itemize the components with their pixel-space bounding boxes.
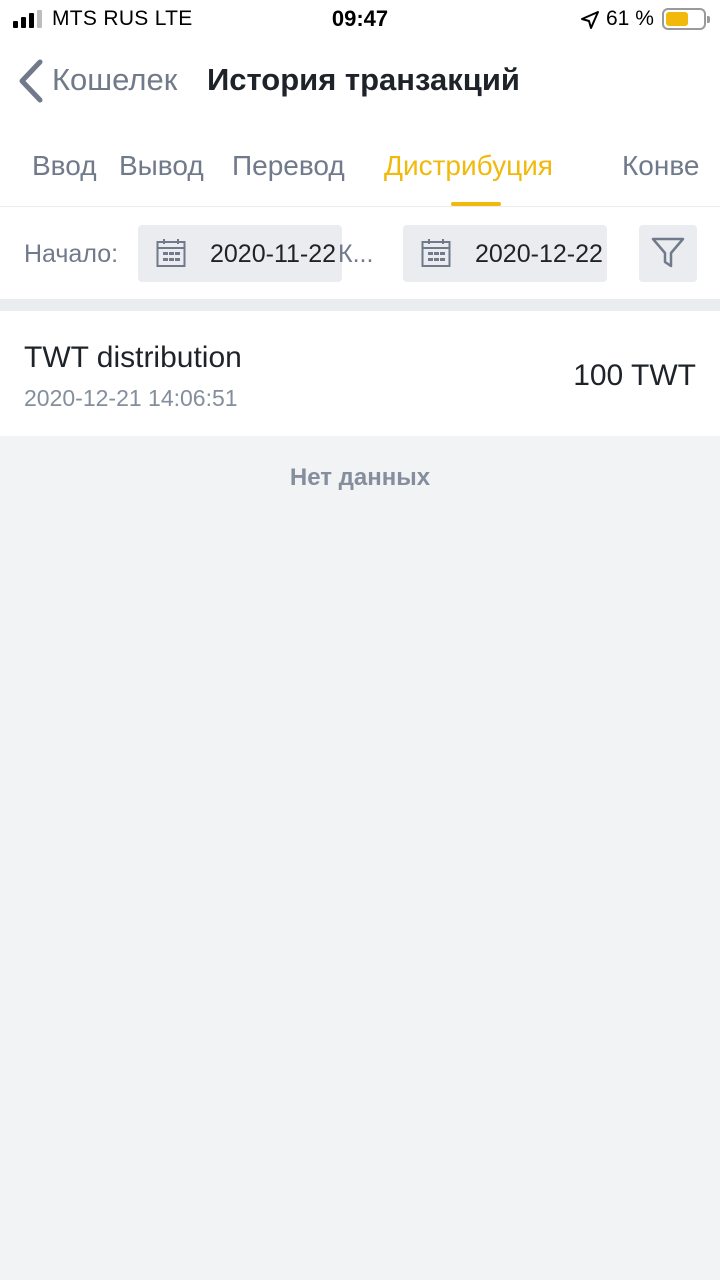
filter-funnel-icon: [651, 237, 685, 268]
screen: MTS RUS LTE 09:47 61 % Кошелек История т…: [0, 0, 720, 1280]
tab-transfer[interactable]: Перевод: [232, 150, 345, 182]
end-date-value: 2020-12-22: [475, 240, 603, 268]
back-chevron-icon[interactable]: [14, 58, 46, 104]
battery-icon: [662, 8, 710, 30]
battery-fill: [666, 12, 688, 26]
transaction-amount: 100 TWT: [573, 359, 696, 392]
back-button[interactable]: Кошелек: [52, 62, 177, 98]
page-title: История транзакций: [207, 62, 520, 97]
battery-percent: 61 %: [606, 7, 654, 30]
end-label: К...: [338, 240, 374, 268]
tab-withdraw[interactable]: Вывод: [119, 150, 204, 182]
tab-bar: Ввод Вывод Перевод Дистрибуция Конве: [0, 136, 720, 206]
transaction-row[interactable]: TWT distribution 2020-12-21 14:06:51 100…: [0, 311, 720, 436]
tab-deposit[interactable]: Ввод: [32, 150, 97, 182]
start-date-field[interactable]: 2020-11-22: [138, 225, 342, 282]
tab-convert[interactable]: Конве: [622, 150, 699, 182]
transaction-title: TWT distribution: [24, 341, 242, 374]
start-label: Начало:: [24, 240, 119, 268]
start-date-value: 2020-11-22: [210, 240, 337, 268]
status-bar: MTS RUS LTE 09:47 61 %: [0, 0, 720, 40]
location-arrow-icon: [581, 11, 599, 29]
filter-button[interactable]: [639, 225, 697, 282]
end-date-field[interactable]: 2020-12-22: [403, 225, 607, 282]
calendar-icon: [421, 239, 451, 267]
calendar-icon: [156, 239, 186, 267]
tab-distribution[interactable]: Дистрибуция: [384, 150, 553, 182]
section-gap: [0, 299, 720, 311]
date-filter-row: Начало: 2020-11-22 К... 2020-12-22: [0, 207, 720, 299]
empty-state-message: Нет данных: [289, 464, 431, 491]
nav-bar: Кошелек История транзакций: [0, 50, 720, 114]
transaction-datetime: 2020-12-21 14:06:51: [24, 385, 238, 411]
